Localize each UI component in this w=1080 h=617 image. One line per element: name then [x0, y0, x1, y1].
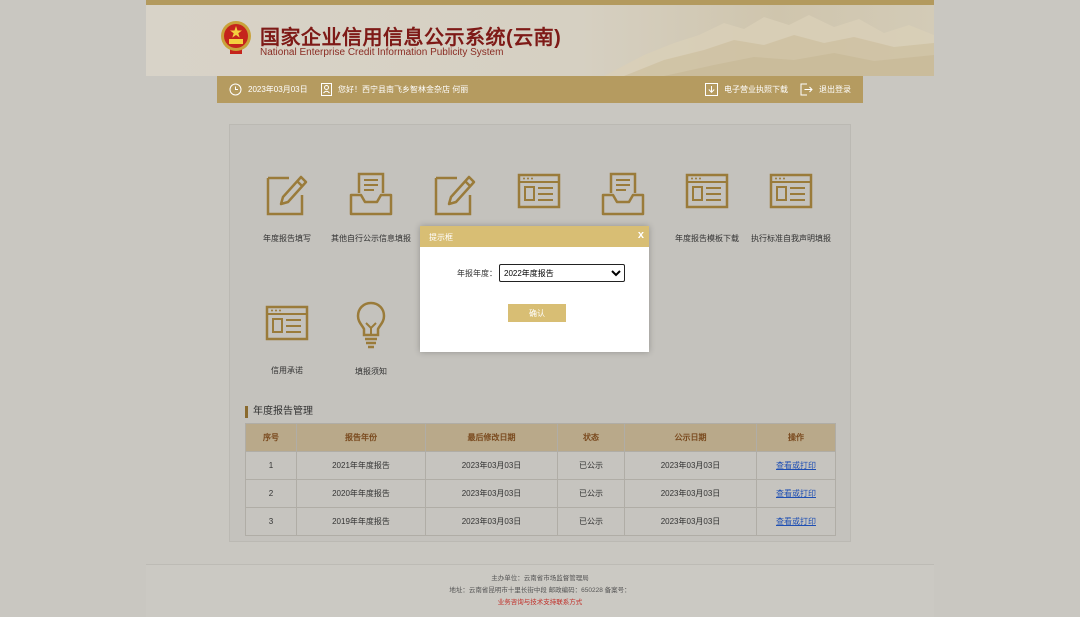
greeting-text: 您好！西宁县南飞乡智林金杂店 何丽: [338, 85, 469, 94]
tile-standard-declaration[interactable]: 执行标准自我声明填报: [748, 171, 834, 244]
site-title: 国家企业信用信息公示系统(云南): [260, 27, 562, 49]
cell-no: 1: [245, 451, 297, 480]
cell-publish: 2023年03月03日: [624, 479, 757, 508]
report-year-select[interactable]: 2022年度报告: [499, 264, 625, 282]
cell-action: 查看或打印: [756, 507, 836, 536]
table-row: 3 2019年年度报告 2023年03月03日 已公示 2023年03月03日 …: [245, 507, 836, 536]
cell-status: 已公示: [557, 479, 625, 508]
column-header: 报告年份: [296, 423, 426, 452]
tile-credit-commitment[interactable]: 信用承诺: [244, 303, 330, 376]
tile-label: 信用承诺: [271, 366, 303, 375]
year-select-dialog: 提示框 x 年报年度： 2022年度报告 确认: [420, 226, 649, 352]
tile-other-disclosure[interactable]: 其他自行公示信息填报: [328, 171, 414, 244]
user-info-bar: 2023年03月03日 您好！西宁县南飞乡智林金杂店 何丽 电子营业执照下载 退…: [217, 76, 863, 103]
year-field-row: 年报年度： 2022年度报告: [457, 264, 625, 282]
current-date: 2023年03月03日: [248, 85, 308, 94]
web-form-icon: [265, 305, 309, 341]
close-icon[interactable]: x: [638, 229, 644, 241]
cell-year: 2021年年度报告: [296, 451, 426, 480]
view-print-link[interactable]: 查看或打印: [776, 517, 816, 526]
user-greeting: 您好！西宁县南飞乡智林金杂店 何丽: [321, 76, 468, 103]
tile-hidden-4[interactable]: [496, 171, 582, 227]
cell-year: 2019年年度报告: [296, 507, 426, 536]
national-emblem-icon: [221, 21, 251, 54]
cell-action: 查看或打印: [756, 451, 836, 480]
logout-icon: [800, 83, 813, 96]
cell-action: 查看或打印: [756, 479, 836, 508]
site-banner: 国家企业信用信息公示系统(云南) National Enterprise Cre…: [146, 5, 934, 76]
pencil-form-icon: [266, 175, 308, 216]
mountain-artwork: [604, 15, 934, 76]
cell-modified: 2023年03月03日: [425, 451, 558, 480]
web-form-icon: [769, 173, 813, 209]
tile-hidden-5[interactable]: [580, 171, 666, 233]
site-subtitle: National Enterprise Credit Information P…: [260, 47, 504, 58]
tile-filing-instructions[interactable]: 填报须知: [328, 301, 414, 377]
download-license-link[interactable]: 电子营业执照下载: [705, 76, 788, 103]
table-header-row: 序号 报告年份 最后修改日期 状态 公示日期 操作: [245, 423, 836, 452]
dialog-header: 提示框 x: [420, 226, 649, 247]
tile-label: 其他自行公示信息填报: [331, 234, 411, 243]
web-form-icon: [685, 173, 729, 209]
date-display: 2023年03月03日: [229, 76, 308, 103]
confirm-button[interactable]: 确认: [508, 304, 566, 322]
cell-modified: 2023年03月03日: [425, 507, 558, 536]
logout-label: 退出登录: [819, 85, 851, 94]
column-header: 最后修改日期: [425, 423, 558, 452]
download-icon: [705, 83, 718, 96]
download-license-label: 电子营业执照下载: [724, 85, 788, 94]
annual-report-table: 序号 报告年份 最后修改日期 状态 公示日期 操作 1 2021年年度报告 20…: [245, 423, 836, 536]
table-row: 2 2020年年度报告 2023年03月03日 已公示 2023年03月03日 …: [245, 479, 836, 508]
cell-year: 2020年年度报告: [296, 479, 426, 508]
tile-label: 执行标准自我声明填报: [751, 234, 831, 243]
column-header: 操作: [756, 423, 836, 452]
tile-annual-report-fill[interactable]: 年度报告填写: [244, 171, 330, 244]
footer-organizer: 主办单位：云南省市场监督管理局: [491, 575, 589, 582]
footer-support-link[interactable]: 业务咨询与技术支持联系方式: [146, 597, 934, 609]
cell-publish: 2023年03月03日: [624, 451, 757, 480]
cell-status: 已公示: [557, 507, 625, 536]
cell-no: 3: [245, 507, 297, 536]
cell-status: 已公示: [557, 451, 625, 480]
column-header: 公示日期: [624, 423, 757, 452]
cell-publish: 2023年03月03日: [624, 507, 757, 536]
report-section-title: 年度报告管理: [245, 406, 313, 418]
lightbulb-icon: [356, 301, 386, 349]
footer-address: 地址：云南省昆明市十里长街中段 邮政编码：650228 备案号：: [449, 587, 631, 594]
tile-label: 年度报告填写: [263, 234, 311, 243]
pencil-form-icon: [434, 175, 476, 216]
dialog-title: 提示框: [429, 233, 453, 242]
site-footer: 主办单位：云南省市场监督管理局 地址：云南省昆明市十里长街中段 邮政编码：650…: [146, 564, 934, 617]
web-form-icon: [517, 173, 561, 209]
user-card-icon: [321, 83, 332, 96]
tile-hidden-3[interactable]: [412, 171, 498, 233]
year-field-label: 年报年度：: [457, 268, 497, 278]
tile-label: 填报须知: [355, 367, 387, 376]
cell-modified: 2023年03月03日: [425, 479, 558, 508]
document-tray-icon: [349, 172, 393, 216]
column-header: 序号: [245, 423, 297, 452]
logout-link[interactable]: 退出登录: [800, 76, 851, 103]
cell-no: 2: [245, 479, 297, 508]
view-print-link[interactable]: 查看或打印: [776, 489, 816, 498]
document-tray-icon: [601, 172, 645, 216]
tile-template-download[interactable]: 年度报告模板下载: [664, 171, 750, 244]
clock-icon: [229, 83, 242, 96]
table-row: 1 2021年年度报告 2023年03月03日 已公示 2023年03月03日 …: [245, 451, 836, 480]
column-header: 状态: [557, 423, 625, 452]
view-print-link[interactable]: 查看或打印: [776, 461, 816, 470]
tile-label: 年度报告模板下载: [675, 234, 739, 243]
